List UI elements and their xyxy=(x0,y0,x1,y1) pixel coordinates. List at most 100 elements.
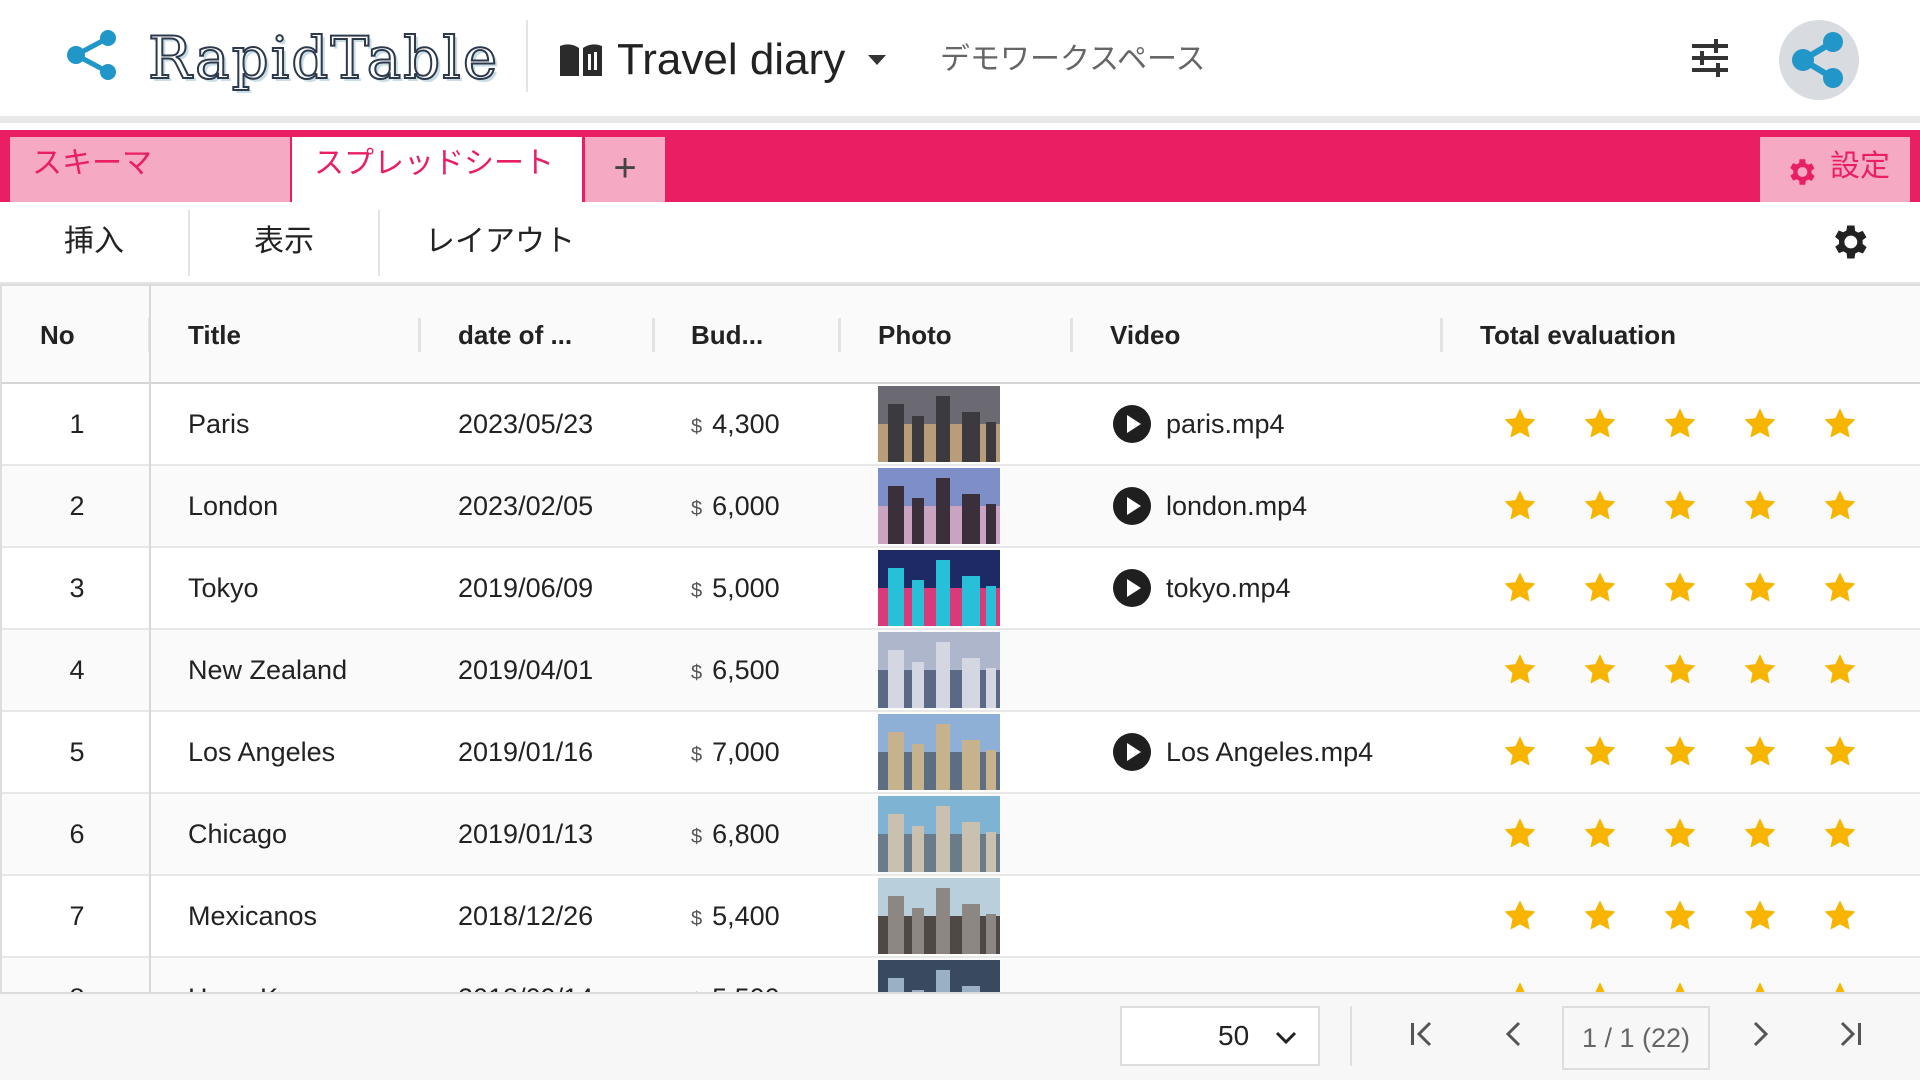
title-cell[interactable]: New Zealand xyxy=(188,630,347,710)
star-icon[interactable] xyxy=(1502,570,1538,606)
date-cell[interactable]: 2023/02/05 xyxy=(458,466,593,546)
column-header-budget[interactable]: Bud... xyxy=(691,286,763,384)
star-icon[interactable] xyxy=(1822,980,1858,992)
star-icon[interactable] xyxy=(1742,980,1778,992)
first-page-icon[interactable] xyxy=(1402,1014,1442,1054)
table-title[interactable]: Travel diary xyxy=(617,32,845,88)
star-icon[interactable] xyxy=(1742,406,1778,442)
star-icon[interactable] xyxy=(1582,980,1618,992)
star-icon[interactable] xyxy=(1822,816,1858,852)
tab-spreadsheet[interactable]: スプレッドシート xyxy=(292,137,582,202)
star-icon[interactable] xyxy=(1662,816,1698,852)
star-icon[interactable] xyxy=(1742,816,1778,852)
column-header-date[interactable]: date of ... xyxy=(458,286,572,384)
table-row[interactable]: 4 New Zealand 2019/04/01 $6,500 xyxy=(2,630,1920,712)
date-cell[interactable]: 2018/09/14 xyxy=(458,958,593,992)
star-icon[interactable] xyxy=(1822,898,1858,934)
rating-stars[interactable] xyxy=(1502,406,1862,442)
budget-cell[interactable]: $6,800 xyxy=(691,794,780,874)
budget-cell[interactable]: $5,000 xyxy=(691,548,780,628)
title-cell[interactable]: Los Angeles xyxy=(188,712,335,792)
star-icon[interactable] xyxy=(1582,898,1618,934)
rating-stars[interactable] xyxy=(1502,898,1862,934)
star-icon[interactable] xyxy=(1662,898,1698,934)
table-row[interactable]: 1 Paris 2023/05/23 $4,300 paris.mp4 xyxy=(2,384,1920,466)
budget-cell[interactable]: $5,500 xyxy=(691,958,780,992)
rating-stars[interactable] xyxy=(1502,980,1862,992)
column-header-photo[interactable]: Photo xyxy=(878,286,952,384)
rating-stars[interactable] xyxy=(1502,816,1862,852)
star-icon[interactable] xyxy=(1502,488,1538,524)
date-cell[interactable]: 2023/05/23 xyxy=(458,384,593,464)
rating-stars[interactable] xyxy=(1502,570,1862,606)
add-tab-button[interactable]: + xyxy=(585,137,665,202)
star-icon[interactable] xyxy=(1582,816,1618,852)
star-icon[interactable] xyxy=(1582,488,1618,524)
star-icon[interactable] xyxy=(1742,488,1778,524)
page-size-select[interactable]: 50 xyxy=(1120,1006,1320,1066)
star-icon[interactable] xyxy=(1662,980,1698,992)
photo-thumbnail[interactable] xyxy=(878,796,1000,872)
photo-thumbnail[interactable] xyxy=(878,468,1000,544)
photo-thumbnail[interactable] xyxy=(878,550,1000,626)
column-resizer[interactable] xyxy=(418,318,421,352)
budget-cell[interactable]: $6,500 xyxy=(691,630,780,710)
title-cell[interactable]: London xyxy=(188,466,278,546)
date-cell[interactable]: 2019/01/13 xyxy=(458,794,593,874)
star-icon[interactable] xyxy=(1582,734,1618,770)
star-icon[interactable] xyxy=(1822,406,1858,442)
avatar[interactable] xyxy=(1779,20,1859,100)
settings-button[interactable]: 設定 xyxy=(1760,137,1910,202)
view-menu[interactable]: 表示 xyxy=(190,202,378,282)
star-icon[interactable] xyxy=(1662,652,1698,688)
star-icon[interactable] xyxy=(1502,980,1538,992)
chevron-down-icon[interactable] xyxy=(866,52,888,68)
rating-stars[interactable] xyxy=(1502,488,1862,524)
column-resizer[interactable] xyxy=(1440,318,1443,352)
photo-thumbnail[interactable] xyxy=(878,386,1000,462)
date-cell[interactable]: 2019/01/16 xyxy=(458,712,593,792)
star-icon[interactable] xyxy=(1582,406,1618,442)
star-icon[interactable] xyxy=(1502,816,1538,852)
star-icon[interactable] xyxy=(1822,570,1858,606)
column-resizer[interactable] xyxy=(1070,318,1073,352)
tab-schema[interactable]: スキーマ xyxy=(10,137,290,202)
app-logo[interactable]: RapidTable xyxy=(147,20,499,96)
column-header-video[interactable]: Video xyxy=(1110,286,1180,384)
photo-thumbnail[interactable] xyxy=(878,632,1000,708)
rating-stars[interactable] xyxy=(1502,652,1862,688)
title-cell[interactable]: Mexicanos xyxy=(188,876,317,956)
star-icon[interactable] xyxy=(1742,734,1778,770)
date-cell[interactable]: 2019/06/09 xyxy=(458,548,593,628)
star-icon[interactable] xyxy=(1502,406,1538,442)
title-cell[interactable]: Tokyo xyxy=(188,548,259,628)
table-row[interactable]: 2 London 2023/02/05 $6,000 london.mp4 xyxy=(2,466,1920,548)
budget-cell[interactable]: $4,300 xyxy=(691,384,780,464)
star-icon[interactable] xyxy=(1662,570,1698,606)
title-cell[interactable]: Paris xyxy=(188,384,250,464)
tune-icon[interactable] xyxy=(1690,38,1730,78)
prev-page-icon[interactable] xyxy=(1494,1014,1534,1054)
star-icon[interactable] xyxy=(1662,734,1698,770)
column-resizer[interactable] xyxy=(838,318,841,352)
column-header-title[interactable]: Title xyxy=(188,286,241,384)
photo-thumbnail[interactable] xyxy=(878,714,1000,790)
star-icon[interactable] xyxy=(1502,734,1538,770)
workspace-name[interactable]: デモワークスペース xyxy=(940,38,1206,82)
star-icon[interactable] xyxy=(1502,652,1538,688)
table-row[interactable]: 8 Hong Kong 2018/09/14 $5,500 xyxy=(2,958,1920,992)
star-icon[interactable] xyxy=(1822,488,1858,524)
date-cell[interactable]: 2018/12/26 xyxy=(458,876,593,956)
title-cell[interactable]: Hong Kong xyxy=(188,958,323,992)
star-icon[interactable] xyxy=(1742,898,1778,934)
star-icon[interactable] xyxy=(1662,406,1698,442)
budget-cell[interactable]: $7,000 xyxy=(691,712,780,792)
star-icon[interactable] xyxy=(1662,488,1698,524)
next-page-icon[interactable] xyxy=(1740,1014,1780,1054)
column-resizer[interactable] xyxy=(652,318,655,352)
table-row[interactable]: 7 Mexicanos 2018/12/26 $5,400 xyxy=(2,876,1920,958)
date-cell[interactable]: 2019/04/01 xyxy=(458,630,593,710)
title-cell[interactable]: Chicago xyxy=(188,794,287,874)
rating-stars[interactable] xyxy=(1502,734,1862,770)
photo-thumbnail[interactable] xyxy=(878,878,1000,954)
